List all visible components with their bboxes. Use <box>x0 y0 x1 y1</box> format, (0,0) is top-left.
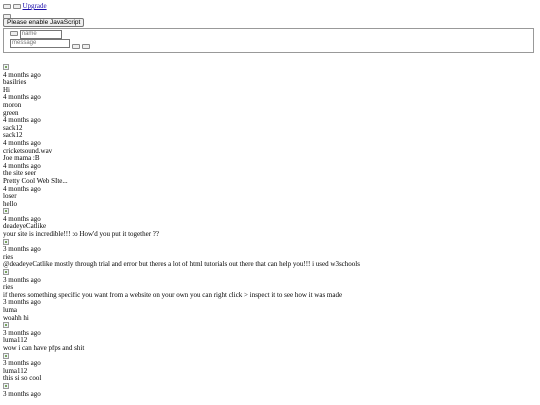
comment-text: wow i can have pfps and shit <box>3 344 85 352</box>
comment-username: loser <box>3 193 17 201</box>
comment-time: 3 months ago <box>3 329 41 337</box>
comment-time: 4 months ago <box>3 215 41 223</box>
comment-text: Joe mama :B <box>3 155 40 163</box>
comment-username: basilries <box>3 79 27 87</box>
avatar <box>3 269 9 276</box>
comment-time: 4 months ago <box>3 139 41 147</box>
comment-text: Hi <box>3 86 10 94</box>
comment-form <box>3 28 534 53</box>
avatar <box>3 352 9 359</box>
avatar <box>3 322 9 329</box>
comment-username: sack12 <box>3 124 23 132</box>
comment-text: sack12 <box>3 132 23 140</box>
avatar <box>3 238 9 245</box>
emoji-button[interactable] <box>10 30 18 36</box>
list-item: 4 months ago the site seer Pretty Cool Web… <box>3 163 537 186</box>
avatar-row <box>3 208 537 216</box>
comment-text: woahh hi <box>3 314 29 322</box>
comment-time: 3 months ago <box>3 276 41 284</box>
list-item: 3 months ago luma112 this si so cool <box>3 352 537 383</box>
comment-time: 4 months ago <box>3 185 41 193</box>
comment-time: 3 months ago <box>3 246 41 254</box>
comment-username: moron <box>3 101 22 109</box>
avatar <box>3 382 9 389</box>
comment-time: 4 months ago <box>3 94 41 102</box>
comment-time: 3 months ago <box>3 360 41 368</box>
comment-time: 4 months ago <box>3 117 41 125</box>
name-row <box>10 30 62 39</box>
name-input[interactable] <box>19 30 62 39</box>
comment-text: Pretty Cool Web SIte... <box>3 177 68 185</box>
list-item: 4 months ago moron green <box>3 94 537 117</box>
comment-username: luma <box>3 307 17 314</box>
avatar <box>3 64 9 70</box>
comment-username: cricketsound.wav <box>3 147 53 155</box>
comment-text: if theres something specific you want fr… <box>3 291 343 299</box>
comment-username: the site seer <box>3 170 37 178</box>
comment-text: this si so cool <box>3 375 42 383</box>
list-item: 4 months ago cricketsound.wav Joe mama :B <box>3 140 537 163</box>
avatar-row <box>3 352 537 361</box>
comment-text: @deadeyeCatlike mostly through trial and… <box>3 261 360 269</box>
comment-time: 3 months ago <box>3 299 41 307</box>
comment-feed: 4 months ago basilries Hi 4 months ago moron… <box>3 64 537 398</box>
avatar-row <box>3 382 537 391</box>
list-item: 3 months ago ries @deadeyeCatlike mostly t… <box>3 238 537 269</box>
comment-username: ries <box>3 284 14 292</box>
list-item: 4 months ago sack12 sack12 <box>3 117 537 140</box>
enable-javascript-button[interactable]: Please enable JavaScript <box>3 18 85 27</box>
list-item: 4 months ago basilries Hi <box>3 64 537 94</box>
message-input[interactable] <box>10 39 70 48</box>
comment-text: your site is incredible!!! :o How'd you … <box>3 231 159 239</box>
menu-button-2[interactable] <box>12 3 21 9</box>
message-row <box>10 39 90 51</box>
avatar-row <box>3 64 537 72</box>
list-item: 3 months ago <box>3 382 537 398</box>
comment-text: green <box>3 109 19 117</box>
list-item: 3 months ago luma woahh hi <box>3 299 537 322</box>
upgrade-link[interactable]: Upgrade <box>23 2 47 10</box>
avatar-row <box>3 269 537 277</box>
comment-time: 4 months ago <box>3 162 41 170</box>
menu-button[interactable] <box>3 3 11 9</box>
comment-username: deadeyeCatlike <box>3 223 47 231</box>
comment-username: luma112 <box>3 367 28 375</box>
top-bar: Upgrade <box>3 2 47 11</box>
comment-username: ries <box>3 253 14 261</box>
list-item: 3 months ago luma112 wow i can have pfps a… <box>3 322 537 352</box>
list-item: 4 months ago deadeyeCatlike your site is i… <box>3 208 537 238</box>
avatar-row <box>3 322 537 330</box>
comment-username: luma112 <box>3 337 28 345</box>
comment-time: 4 months ago <box>3 71 41 79</box>
send-button[interactable] <box>81 43 90 49</box>
comment-text: hello <box>3 200 17 208</box>
attach-button[interactable] <box>71 43 80 49</box>
avatar <box>3 208 9 215</box>
list-item: 3 months ago ries if theres something spec… <box>3 269 537 299</box>
comment-time: 3 months ago <box>3 390 41 398</box>
avatar-row <box>3 238 537 247</box>
list-item: 4 months ago loser hello <box>3 186 537 209</box>
